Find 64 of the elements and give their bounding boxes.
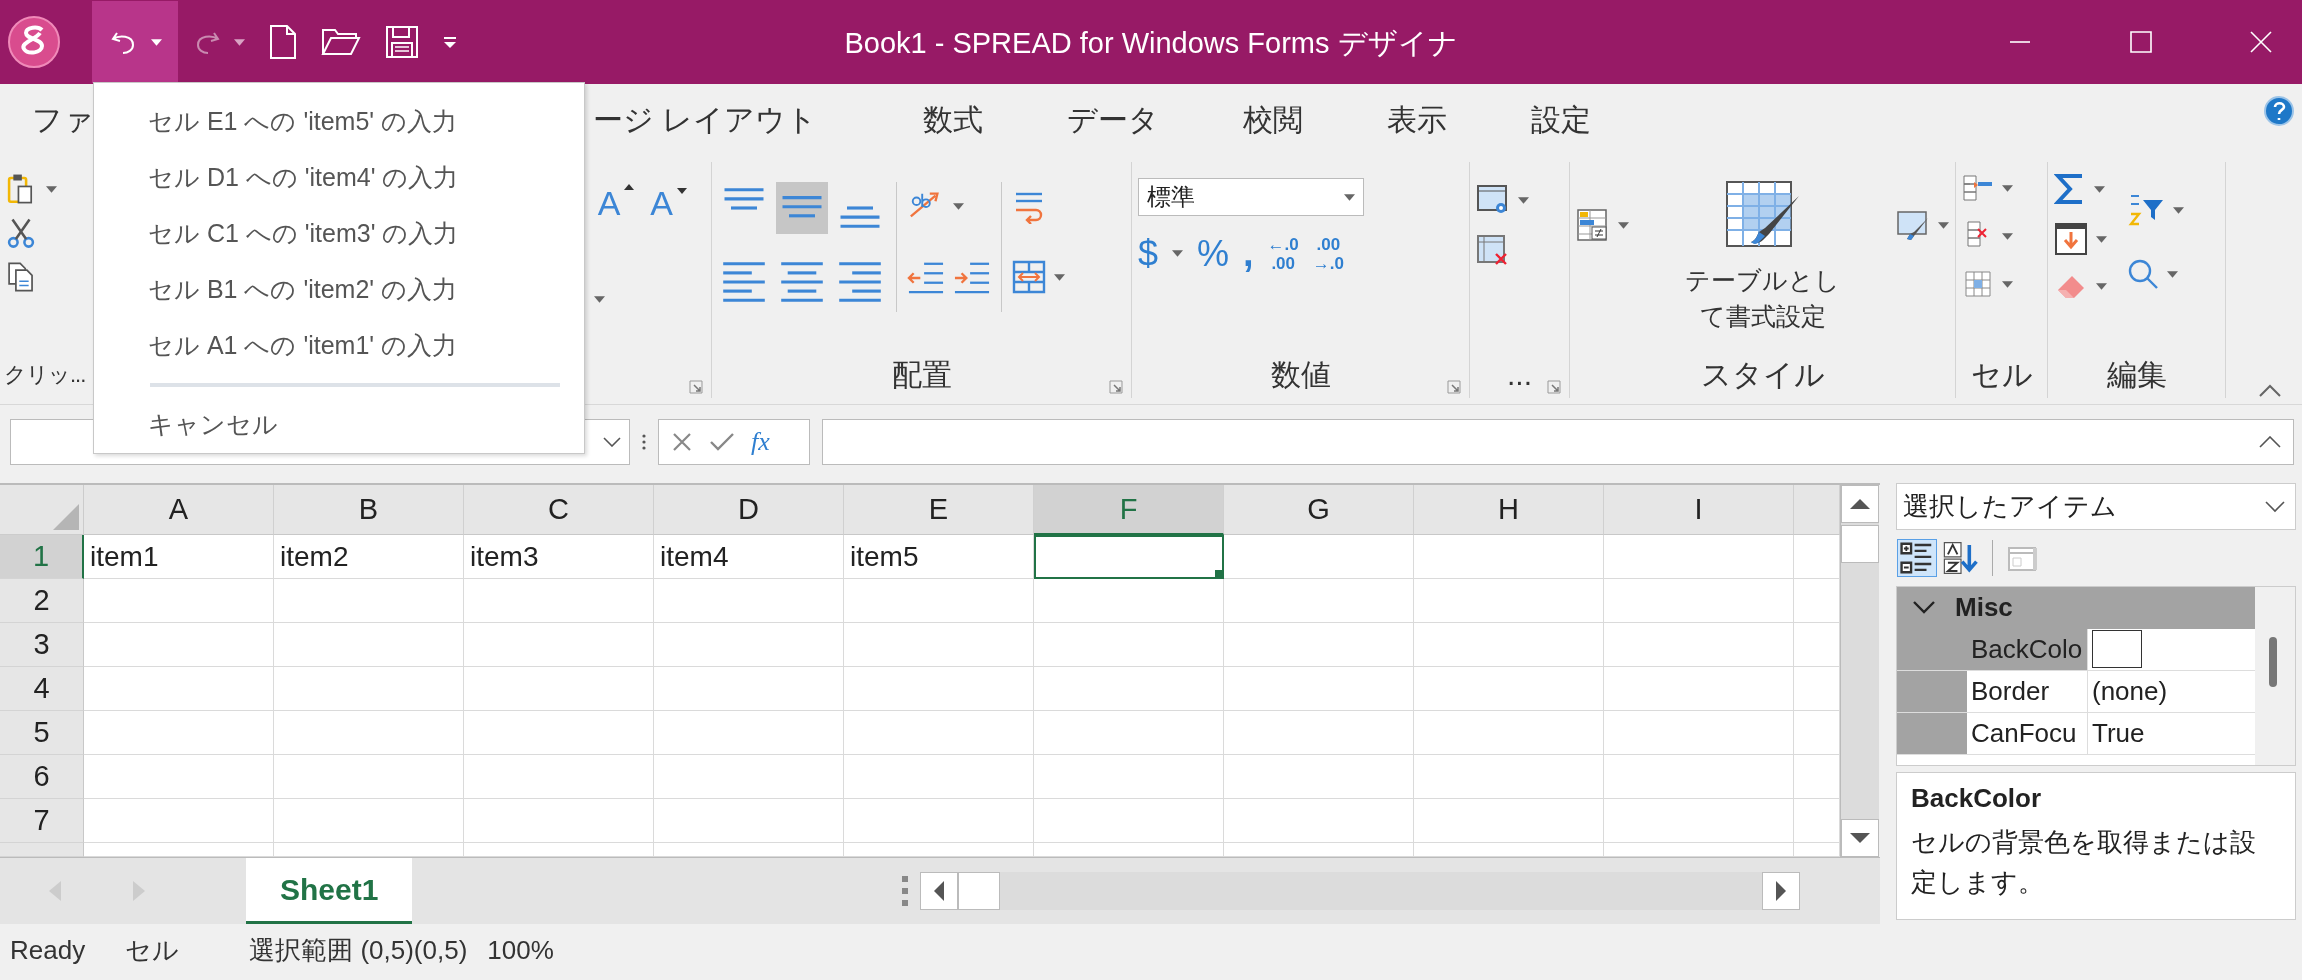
menu-tab[interactable]: ージ レイアウト [593,99,862,141]
column-header[interactable]: E [844,485,1034,535]
menu-tab[interactable]: 設定 [1489,99,1634,141]
status-text: セル [125,933,180,967]
decrease-decimal-button[interactable]: .00 →.0 [1312,234,1344,273]
property-value[interactable]: (none) [2092,675,2168,707]
status-text: 選択範囲 (0,5)(0,5) [249,933,468,967]
group-label: 編集 [2106,356,2167,393]
menu-item[interactable]: セル D1 への 'item4' の入力 [94,149,584,206]
table-cell: item5 [844,535,1034,579]
group-label: ... [1507,358,1532,392]
menu-item[interactable]: セル E1 への 'item5' の入力 [94,93,584,150]
row-header[interactable]: 2 [0,579,84,623]
property-name[interactable]: CanFocu [1967,712,2088,754]
status-text: 100% [487,934,554,966]
row-header[interactable]: 5 [0,711,84,755]
property-name[interactable]: BackColo [1967,628,2088,670]
column-header[interactable]: G [1224,485,1414,535]
description-text: セルの背景色を取得または設定します。 [1911,825,2257,899]
column-header[interactable]: D [654,485,844,535]
insert-function-button[interactable]: fx [751,427,770,457]
menu-tab[interactable]: 校閲 [1201,99,1346,141]
column-header[interactable]: I [1604,485,1794,535]
row-header[interactable]: 7 [0,799,84,843]
currency-button[interactable]: $ [1138,232,1159,275]
object-selector[interactable]: 選択したアイテム [1896,483,2296,531]
number-format-dropdown[interactable]: 標準 [1138,178,1364,216]
group-label: クリッ... [4,361,86,389]
menu-item[interactable]: セル C1 への 'item3' の入力 [94,205,584,262]
group-label: 数値 [1270,356,1331,393]
row-header[interactable]: 3 [0,623,84,667]
group-label: 配置 [891,356,952,393]
menu-tab[interactable]: 表示 [1345,99,1490,141]
column-header[interactable]: F [1034,485,1224,535]
comma-button[interactable]: , [1243,232,1254,275]
table-cell: item2 [274,535,464,579]
category-row[interactable]: Misc [1897,586,2255,629]
description-title: BackColor [1911,782,2043,814]
column-header[interactable]: A [84,485,274,535]
status-text: Ready [10,934,86,966]
row-header[interactable]: 1 [0,535,84,579]
row-header[interactable]: 6 [0,755,84,799]
property-value[interactable]: True [2092,717,2145,749]
cancel-menu-item[interactable]: キャンセル [94,396,584,453]
category-label: Misc [1955,592,2013,624]
menu-item[interactable]: セル A1 への 'item1' の入力 [94,317,584,374]
percent-button[interactable]: % [1197,232,1230,275]
table-cell: item1 [84,535,274,579]
column-header[interactable]: C [464,485,654,535]
property-name[interactable]: Border [1967,670,2088,712]
format-as-table-button[interactable]: テーブルとして書式設定 [1682,262,1843,334]
group-label: セル [1970,356,2033,393]
column-header[interactable]: H [1414,485,1604,535]
menu-item[interactable]: セル B1 への 'item2' の入力 [94,261,584,318]
window-title: Book1 - SPREAD for Windows Forms デザイナ [844,26,1458,61]
group-label: スタイル [1700,356,1825,393]
sheet-tab[interactable]: Sheet1 [246,858,413,924]
column-header[interactable]: B [274,485,464,535]
table-cell: item3 [464,535,654,579]
row-header[interactable]: 4 [0,667,84,711]
increase-decimal-button[interactable]: ←.0 .00 [1267,234,1299,273]
table-cell: item4 [654,535,844,579]
menu-tab[interactable]: データ [1025,99,1202,141]
menu-tab[interactable]: 数式 [881,99,1026,141]
